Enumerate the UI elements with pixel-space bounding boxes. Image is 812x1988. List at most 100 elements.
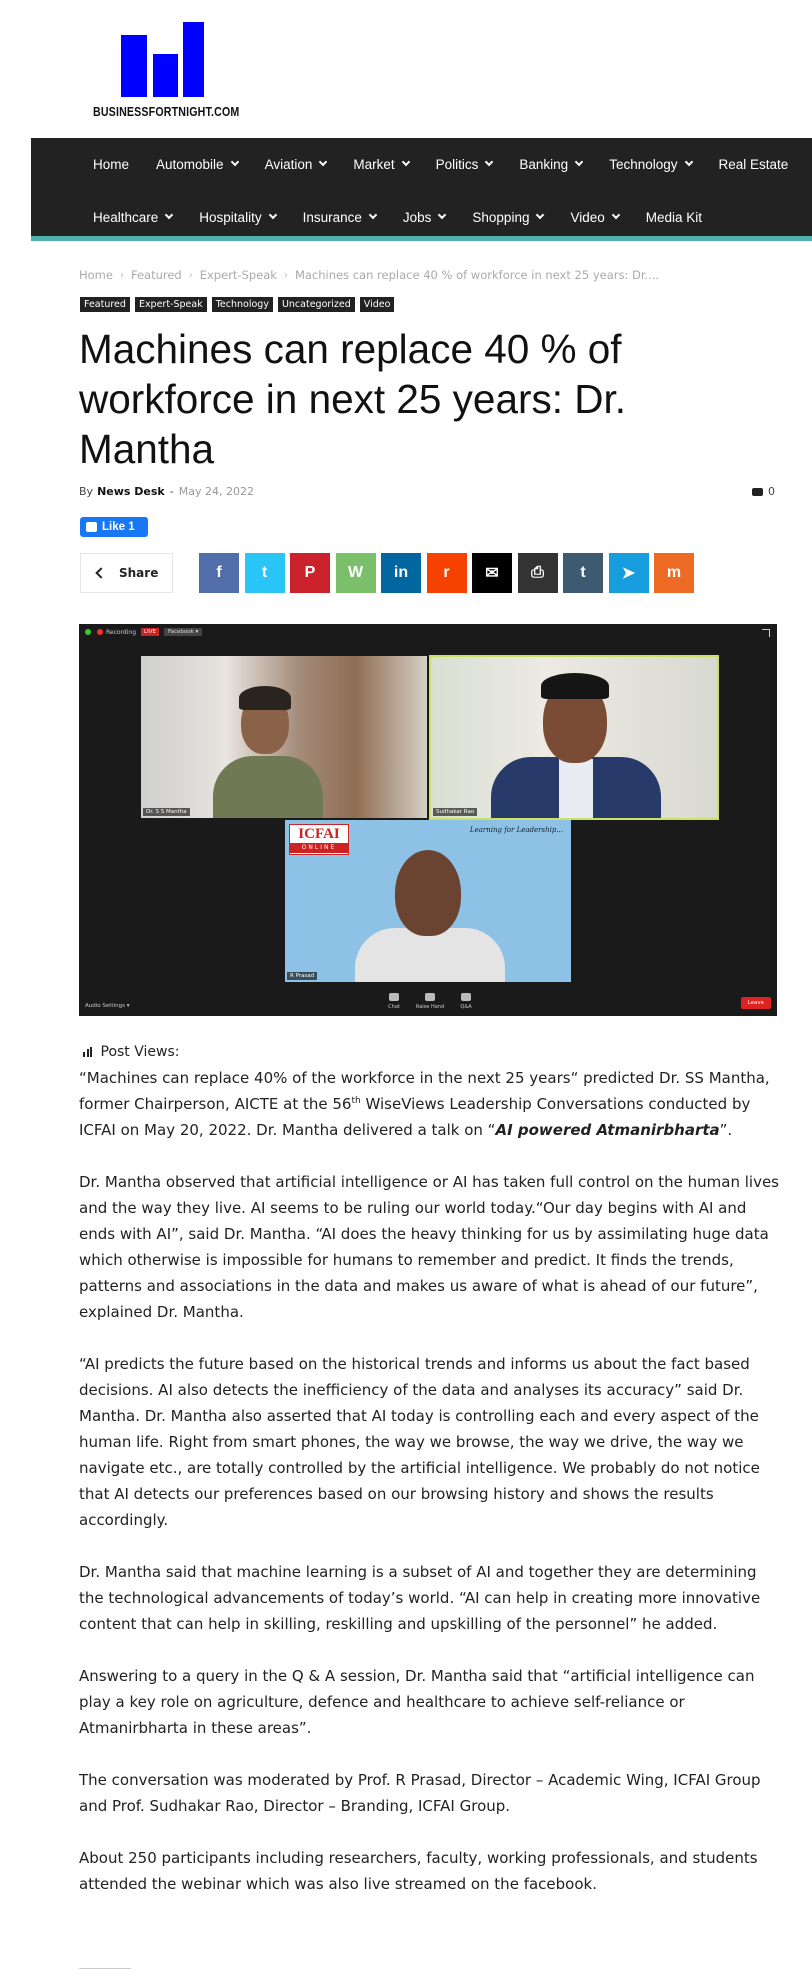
leadership-tagline: Learning for Leadership... <box>469 826 563 834</box>
breadcrumb-featured[interactable]: Featured <box>131 268 182 282</box>
shield-icon <box>85 629 91 635</box>
chevron-down-icon <box>319 157 328 167</box>
email-share-button[interactable]: ✉ <box>472 553 512 593</box>
nav-item-technology[interactable]: Technology <box>609 154 693 174</box>
nav-item-market[interactable]: Market <box>353 154 410 174</box>
chevron-down-icon <box>401 157 410 167</box>
telegram-share-button[interactable]: ➤ <box>608 553 649 593</box>
participant-body <box>355 928 505 982</box>
telegram-icon: ➤ <box>621 565 636 582</box>
chevron-down-icon <box>230 157 239 167</box>
mix-share-button[interactable]: m <box>654 553 694 593</box>
linkedin-share-button[interactable]: in <box>381 553 421 593</box>
comments-count[interactable]: 0 <box>752 485 775 498</box>
nav-item-label: Real Estate <box>718 156 789 172</box>
participant-hair <box>239 686 291 710</box>
participant-shirt <box>559 759 593 818</box>
participant-name: R Prasad <box>287 972 318 980</box>
meeting-controls: Chat Raise Hand Q&A <box>379 993 487 1010</box>
comment-icon <box>752 487 763 496</box>
bar-chart-icon <box>83 1047 94 1057</box>
nav-item-automobile[interactable]: Automobile <box>156 154 239 174</box>
nav-item-aviation[interactable]: Aviation <box>265 154 328 174</box>
comments-value: 0 <box>768 485 775 498</box>
author-link[interactable]: News Desk <box>97 485 165 498</box>
nav-item-shopping[interactable]: Shopping <box>472 207 545 227</box>
whatsapp-icon: W <box>347 564 364 581</box>
site-logo[interactable]: BUSINESSFORTNIGHT.COM <box>93 22 253 122</box>
article-paragraph: Answering to a query in the Q & A sessio… <box>79 1667 755 1737</box>
nav-item-home[interactable]: Home <box>93 154 129 174</box>
chevron-down-icon <box>438 210 447 220</box>
share-icon <box>95 567 107 579</box>
nav-item-media-kit[interactable]: Media Kit <box>646 207 702 227</box>
breadcrumb-expert-speak[interactable]: Expert-Speak <box>200 268 277 282</box>
twitter-share-button[interactable]: t <box>244 553 285 593</box>
icfai-logo: ICFAI ONLINE <box>289 824 349 855</box>
breadcrumb-home[interactable]: Home <box>79 268 113 282</box>
reddit-share-button[interactable]: r <box>426 553 467 593</box>
tag-technology[interactable]: Technology <box>211 297 273 312</box>
chevron-down-icon <box>268 210 277 220</box>
nav-item-insurance[interactable]: Insurance <box>303 207 378 227</box>
nav-item-jobs[interactable]: Jobs <box>402 207 447 227</box>
nav-item-label: Jobs <box>402 209 432 225</box>
participant-head <box>395 850 461 936</box>
chevron-down-icon <box>368 210 378 220</box>
chevron-down-icon <box>536 210 545 220</box>
chevron-down-icon <box>485 157 494 167</box>
qa-control: Q&A <box>451 993 481 1010</box>
facebook-share-button[interactable]: f <box>199 553 239 593</box>
breadcrumb-separator: › <box>283 269 288 281</box>
icfai-logo-text: ICFAI <box>298 826 340 842</box>
nav-item-label: Home <box>93 156 130 172</box>
logo-bar <box>153 54 178 97</box>
nav-item-politics[interactable]: Politics <box>435 154 494 174</box>
recording-label: Recording <box>106 628 137 636</box>
site-name: BUSINESSFORTNIGHT.COM <box>93 105 240 119</box>
video-tile-prasad: ICFAI ONLINE Learning for Leadership... … <box>285 820 571 982</box>
nav-item-label: Hospitality <box>199 209 262 225</box>
article-paragraph: “AI predicts the future based on the his… <box>79 1355 760 1529</box>
breadcrumb-separator: › <box>119 269 124 281</box>
category-tags: Featured Expert-Speak Technology Uncateg… <box>80 297 399 312</box>
leave-button: Leave <box>740 997 771 1009</box>
nav-item-video[interactable]: Video <box>570 207 621 227</box>
article-title: Machines can replace 40 % of workforce i… <box>79 326 626 472</box>
mix-icon: m <box>666 564 682 581</box>
share-button[interactable]: Share <box>80 553 173 593</box>
email-icon: ✉ <box>485 565 499 582</box>
expand-icon <box>762 629 770 637</box>
pinterest-share-button[interactable]: P <box>290 553 330 593</box>
nav-item-label: Shopping <box>472 209 530 225</box>
nav-item-label: Automobile <box>156 156 224 172</box>
print-share-button[interactable]: ⎙ <box>517 553 558 593</box>
live-badge: LIVE <box>141 628 159 636</box>
social-share-buttons: f t P Win r ✉ ⎙ t ➤ m <box>199 553 700 593</box>
chevron-down-icon <box>165 210 174 220</box>
meeting-controls-bar: Audio Settings ▾ Chat Raise Hand Q&A Lea… <box>79 990 777 1016</box>
nav-item-healthcare[interactable]: Healthcare <box>93 207 174 227</box>
tag-featured[interactable]: Featured <box>80 297 130 312</box>
tag-video[interactable]: Video <box>359 297 395 312</box>
tumblr-icon: t <box>580 564 586 581</box>
tag-expert-speak[interactable]: Expert-Speak <box>134 297 207 312</box>
facebook-like-button[interactable]: Like 1 <box>80 517 148 537</box>
article-paragraph: About 250 participants including researc… <box>79 1849 758 1893</box>
tag-uncategorized[interactable]: Uncategorized <box>277 297 355 312</box>
nav-item-label: Politics <box>435 156 479 172</box>
nav-item-banking[interactable]: Banking <box>519 154 584 174</box>
meta-dash: - <box>169 485 174 498</box>
recording-icon <box>97 629 103 635</box>
raise-hand-control: Raise Hand <box>415 993 445 1010</box>
tumblr-share-button[interactable]: t <box>563 553 603 593</box>
meeting-status-bar: Recording LIVE Facebook ▾ <box>85 628 203 636</box>
participant-name: Dr. S S Mantha <box>143 808 190 816</box>
nav-item-hospitality[interactable]: Hospitality <box>199 207 277 227</box>
whatsapp-share-button[interactable]: W <box>335 553 376 593</box>
breadcrumb-separator: › <box>188 269 193 281</box>
hand-icon <box>425 993 435 1001</box>
chevron-down-icon <box>574 157 584 167</box>
breadcrumb-current: Machines can replace 40 % of workforce i… <box>294 268 660 282</box>
nav-item-real-estate[interactable]: Real Estate <box>719 154 789 174</box>
